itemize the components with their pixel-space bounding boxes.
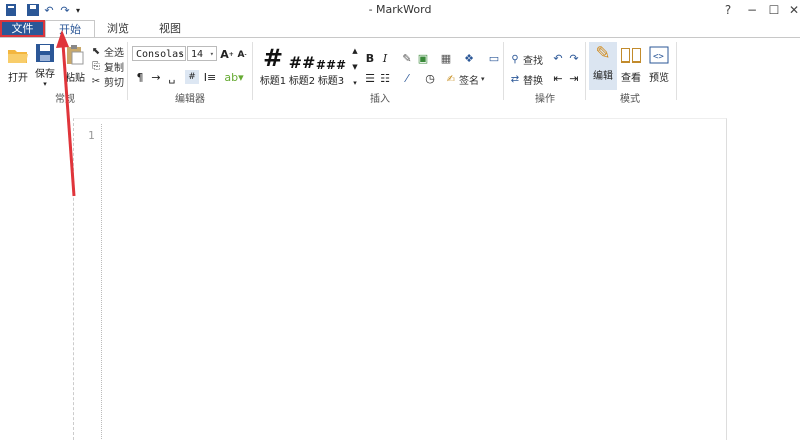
annotation-arrow [56, 30, 76, 197]
